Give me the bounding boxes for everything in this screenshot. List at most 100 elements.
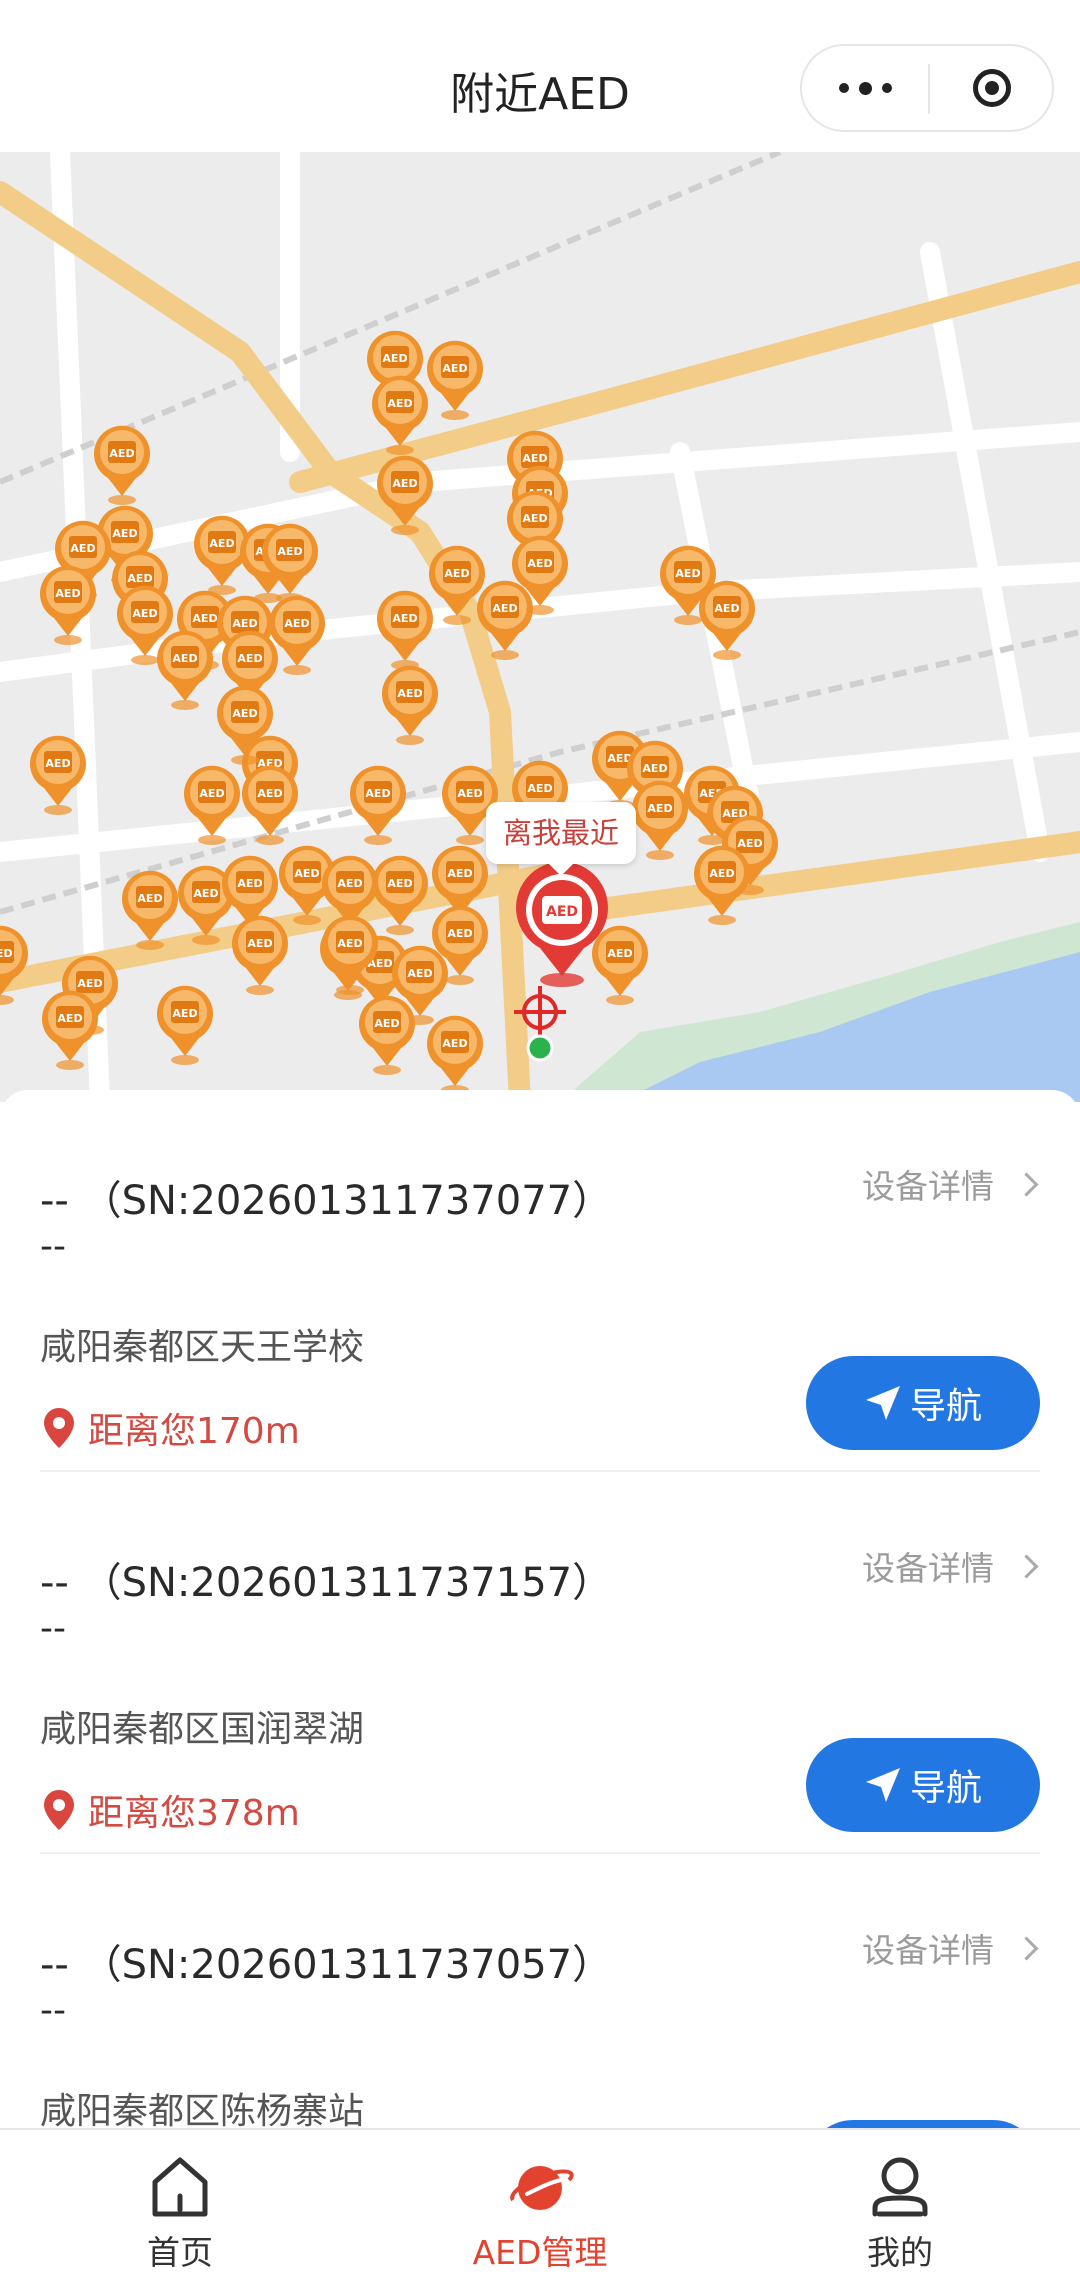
nav-header: 附近AED: [0, 0, 1080, 152]
close-target-icon: [973, 69, 1011, 107]
aed-marker-label: AED: [232, 617, 257, 630]
aed-marker-label: AED: [447, 927, 472, 940]
aed-marker-label: AED: [0, 947, 13, 960]
aed-marker-label: AED: [522, 512, 547, 525]
aed-marker-label: AED: [337, 877, 362, 890]
station-address: 咸阳秦都区国润翠湖: [40, 1709, 365, 1750]
station-address: 咸阳秦都区陈杨寨站: [40, 2091, 365, 2130]
mini-program-capsule: [800, 44, 1054, 132]
station-subtitle: --: [40, 1608, 66, 1649]
aed-marker-label: AED: [45, 757, 70, 770]
tab-aed-management[interactable]: AED管理: [360, 2130, 720, 2280]
navigate-button[interactable]: 导航: [806, 1738, 1040, 1832]
aed-marker[interactable]: AED: [377, 590, 433, 670]
aed-marker-label: AED: [709, 867, 734, 880]
aed-marker-label: AED: [172, 1007, 197, 1020]
aed-marker-label: AED: [647, 802, 672, 815]
aed-marker[interactable]: AED: [382, 665, 438, 745]
aed-marker-label: AED: [192, 612, 217, 625]
aed-marker-label: AED: [392, 612, 417, 625]
aed-marker-label: AED: [55, 587, 80, 600]
chevron-right-icon: [1014, 1935, 1039, 1961]
aed-marker-label: AED: [209, 537, 234, 550]
home-icon: [152, 2157, 208, 2217]
aed-marker-label: AED: [457, 787, 482, 800]
aed-marker-label: AED: [522, 452, 547, 465]
aed-marker[interactable]: AED: [232, 915, 288, 995]
navigate-button[interactable]: 导航: [806, 1356, 1040, 1450]
device-details-link[interactable]: 设备详情: [862, 1160, 1039, 1208]
aed-marker-label: AED: [277, 545, 302, 558]
station-subtitle: --: [40, 1990, 66, 2031]
aed-markers: AED AED AED AED AED AED AED AED AED AED AED AED AED A…: [0, 330, 778, 1095]
aed-marker[interactable]: AED: [0, 925, 28, 1005]
aed-marker-label: AED: [193, 887, 218, 900]
aed-marker[interactable]: AED: [359, 995, 415, 1075]
aed-marker-label: AED: [132, 607, 157, 620]
station-title: -- （SN:202601311737077）: [40, 1178, 613, 1224]
location-pin-icon: [44, 1408, 74, 1448]
station-card[interactable]: -- （SN:202601311737077） -- 设备详情 咸阳秦都区天王学…: [0, 1090, 1080, 1472]
aed-station-list[interactable]: -- （SN:202601311737077） -- 设备详情 咸阳秦都区天王学…: [0, 1090, 1080, 2130]
aed-marker-label: AED: [127, 572, 152, 585]
distance-text: 距离您378m: [88, 1793, 300, 1834]
aed-marker-label: AED: [442, 1037, 467, 1050]
map-view[interactable]: AED AED AED AED AED AED AED AED AED AED AED AED AED A…: [0, 152, 1080, 1102]
aed-marker-label: AED: [442, 362, 467, 375]
aed-marker[interactable]: AED: [699, 580, 755, 660]
aed-marker[interactable]: AED: [157, 630, 213, 710]
aed-marker-label: AED: [447, 867, 472, 880]
device-details-label: 设备详情: [862, 1931, 994, 1970]
more-menu-button[interactable]: [802, 46, 928, 130]
aed-marker-label: AED: [387, 877, 412, 890]
aed-marker[interactable]: AED: [262, 523, 318, 603]
aed-marker-label: AED: [237, 652, 262, 665]
aed-marker-label: AED: [642, 762, 667, 775]
station-card[interactable]: -- （SN:202601311737157） -- 设备详情 咸阳秦都区国润翠…: [0, 1472, 1080, 1854]
nearest-aed-marker[interactable]: AED: [516, 861, 608, 987]
device-details-label: 设备详情: [862, 1167, 994, 1206]
aed-marker-label: AED: [109, 447, 134, 460]
station-title: -- （SN:202601311737057）: [40, 1942, 613, 1988]
aed-marker-label: AED: [199, 787, 224, 800]
aed-marker[interactable]: AED: [694, 845, 750, 925]
aed-marker-label: AED: [387, 397, 412, 410]
aed-marker-label: AED: [407, 967, 432, 980]
aed-marker-label: AED: [382, 352, 407, 365]
device-details-link[interactable]: 设备详情: [862, 1542, 1039, 1590]
aed-marker[interactable]: AED: [427, 340, 483, 420]
tab-aed-management-label: AED管理: [472, 2233, 608, 2272]
station-distance: 距离您378m: [44, 1784, 300, 1836]
distance-text: 距离您170m: [88, 1411, 300, 1452]
aed-marker[interactable]: AED: [632, 780, 688, 860]
aed-marker[interactable]: AED: [592, 925, 648, 1005]
tab-home[interactable]: 首页: [0, 2130, 360, 2280]
aed-marker[interactable]: AED: [94, 425, 150, 505]
station-card[interactable]: -- （SN:202601311737057） -- 设备详情 咸阳秦都区陈杨寨…: [0, 1854, 1080, 2130]
aed-marker[interactable]: AED: [350, 765, 406, 845]
user-icon: [872, 2157, 928, 2217]
aed-marker-label: AED: [492, 602, 517, 615]
aed-marker-label: AED: [365, 787, 390, 800]
aed-marker-label: AED: [232, 707, 257, 720]
device-details-link[interactable]: 设备详情: [862, 1924, 1039, 1972]
aed-marker-label: AED: [70, 542, 95, 555]
bottom-tab-bar: 首页 AED管理 我的: [0, 2128, 1080, 2283]
aed-marker-label: AED: [374, 1017, 399, 1030]
tab-mine-label: 我的: [867, 2233, 933, 2272]
nearest-callout: 离我最近: [486, 802, 636, 876]
chevron-right-icon: [1014, 1171, 1039, 1197]
navigate-label: 导航: [909, 1768, 982, 1809]
tab-mine[interactable]: 我的: [720, 2130, 1080, 2280]
close-button[interactable]: [930, 46, 1054, 130]
tab-home-label: 首页: [147, 2233, 213, 2272]
aed-marker-label: AED: [397, 687, 422, 700]
aed-marker-label: AED: [247, 937, 272, 950]
aed-marker[interactable]: AED: [427, 1015, 483, 1095]
aed-marker-label: AED: [607, 947, 632, 960]
navigate-label: 导航: [909, 1386, 982, 1427]
aed-marker[interactable]: AED: [157, 985, 213, 1065]
aed-marker[interactable]: AED: [372, 855, 428, 935]
navigation-arrow-icon: [865, 1768, 900, 1802]
aed-marker-label: AED: [527, 557, 552, 570]
